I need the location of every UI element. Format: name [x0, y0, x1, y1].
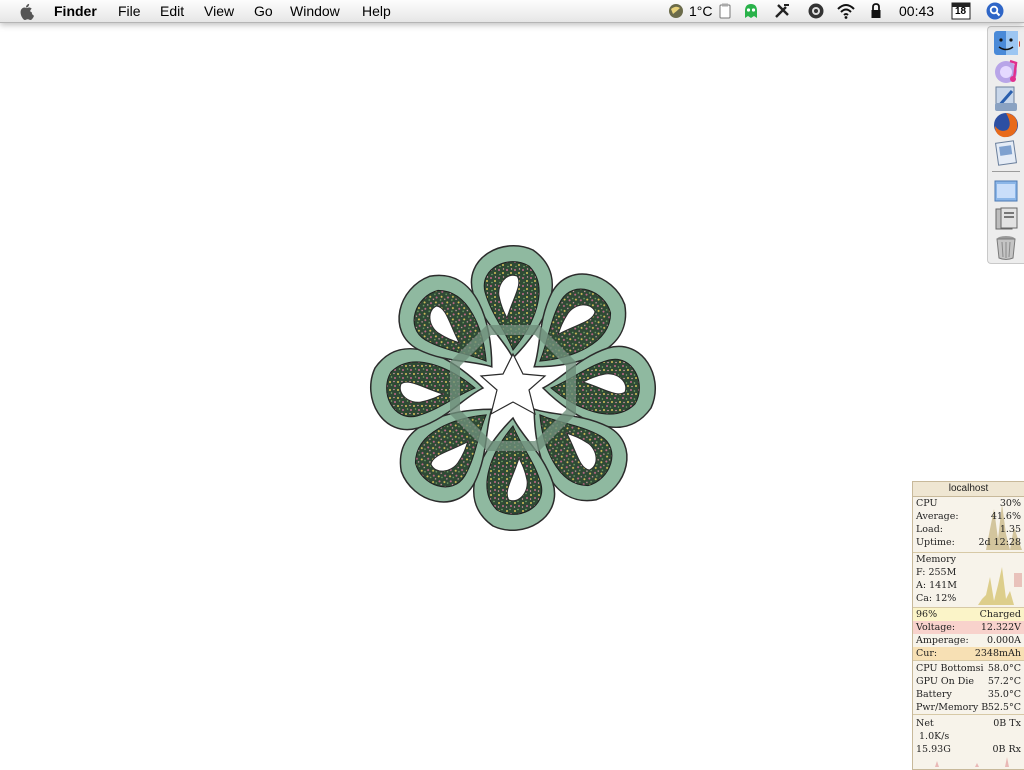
spotlight-search-icon[interactable]	[984, 2, 1006, 20]
mail-icon[interactable]	[992, 85, 1020, 113]
battery-status: Charged	[979, 609, 1021, 620]
temp-label: Battery	[916, 689, 952, 700]
load-row: Load: 1.35	[913, 523, 1024, 536]
memory-section: Memory F: 255M A: 141M Ca: 12%	[913, 553, 1024, 608]
battery-row: 96% Charged	[913, 608, 1024, 621]
menu-window[interactable]: Window	[290, 3, 340, 19]
average-row: Average: 41.6%	[913, 510, 1024, 523]
weather-temperature[interactable]: 1°C	[689, 3, 713, 19]
current-label: Cur:	[916, 648, 938, 659]
temp-row: Pwr/Memory B 52.5°C	[913, 701, 1024, 714]
memory-free: F: 255M	[916, 567, 957, 578]
voltage-label: Voltage:	[916, 622, 956, 633]
amperage-label: Amperage:	[916, 635, 969, 646]
menu-go[interactable]: Go	[254, 3, 273, 19]
temp-row: Battery 35.0°C	[913, 688, 1024, 701]
itunes-icon[interactable]	[992, 57, 1020, 85]
voltage-row: Voltage: 12.322V	[913, 621, 1024, 634]
temp-row: GPU On Die 57.2°C	[913, 675, 1024, 688]
menu-extra-circle-icon[interactable]	[807, 2, 825, 20]
tools-icon[interactable]	[773, 2, 791, 20]
net-total: 15.93G	[916, 744, 951, 755]
documents-icon[interactable]	[992, 205, 1020, 233]
finder-icon[interactable]	[992, 29, 1020, 57]
uptime-value: 2d 12:28	[978, 537, 1021, 548]
net-row: Net 0B Tx	[913, 717, 1024, 730]
menu-file[interactable]: File	[118, 3, 141, 19]
cpu-label: CPU	[916, 498, 938, 509]
app-menu-finder[interactable]: Finder	[54, 3, 97, 19]
battery-section: 96% Charged Voltage: 12.322V Amperage: 0…	[913, 608, 1024, 661]
cpu-value: 30%	[999, 498, 1021, 509]
preview-icon[interactable]	[992, 139, 1020, 167]
uptime-row: Uptime: 2d 12:28	[913, 536, 1024, 549]
monitor-title: localhost	[913, 482, 1024, 497]
desktop-knot-artwork	[369, 244, 657, 532]
green-alien-icon[interactable]	[742, 2, 760, 20]
temp-value: 35.0°C	[987, 689, 1021, 700]
memory-label: Memory	[916, 554, 956, 565]
menu-edit[interactable]: Edit	[160, 3, 184, 19]
memory-active: A: 141M	[916, 580, 957, 591]
calendar-icon[interactable]: 18	[951, 2, 971, 20]
apple-logo-icon[interactable]	[18, 2, 36, 20]
temp-row: CPU Bottomsi 58.0°C	[913, 662, 1024, 675]
current-row: Cur: 2348mAh	[913, 647, 1024, 660]
current-value: 2348mAh	[974, 648, 1021, 659]
dock-separator	[992, 171, 1020, 172]
net-tx: 0B Tx	[993, 718, 1021, 729]
load-value: 1.35	[999, 524, 1021, 535]
temp-value: 57.2°C	[987, 676, 1021, 687]
temp-value: 58.0°C	[987, 663, 1021, 674]
menu-bar: Finder File Edit View Go Window Help 1°C…	[0, 0, 1024, 23]
wifi-icon[interactable]	[836, 2, 856, 20]
temp-label: Pwr/Memory B	[916, 702, 989, 713]
clipboard-icon[interactable]	[718, 2, 732, 20]
menu-clock[interactable]: 00:43	[899, 3, 934, 19]
temp-label: CPU Bottomsi	[916, 663, 984, 674]
battery-percent: 96%	[916, 609, 938, 620]
amperage-value: 0.000A	[986, 635, 1021, 646]
net-rate: 1.0K/s	[919, 731, 950, 742]
desktop-folder-icon[interactable]	[992, 177, 1020, 205]
menu-view[interactable]: View	[204, 3, 234, 19]
weather-globe-icon[interactable]	[668, 2, 684, 20]
amperage-row: Amperage: 0.000A	[913, 634, 1024, 647]
memory-cache-row: Ca: 12%	[913, 592, 1024, 605]
temp-value: 52.5°C	[987, 702, 1021, 713]
temp-label: GPU On Die	[916, 676, 975, 687]
memory-active-row: A: 141M	[913, 579, 1024, 592]
load-label: Load:	[916, 524, 943, 535]
calendar-day: 18	[955, 6, 967, 17]
network-section: Net 0B Tx 1.0K/s 15.93G 0B Rx	[913, 715, 1024, 769]
firefox-icon[interactable]	[992, 111, 1020, 139]
average-value: 41.6%	[990, 511, 1021, 522]
net-total-row: 15.93G 0B Rx	[913, 743, 1024, 756]
net-rx: 0B Rx	[992, 744, 1021, 755]
voltage-value: 12.322V	[980, 622, 1021, 633]
memory-cache: Ca: 12%	[916, 593, 957, 604]
temperature-section: CPU Bottomsi 58.0°C GPU On Die 57.2°C Ba…	[913, 661, 1024, 715]
trash-icon[interactable]	[992, 233, 1020, 261]
memory-label-row: Memory	[913, 553, 1024, 566]
net-label: Net	[916, 718, 934, 729]
menu-help[interactable]: Help	[362, 3, 391, 19]
cpu-section: CPU 30% Average: 41.6% Load: 1.35 Uptime…	[913, 497, 1024, 553]
average-label: Average:	[916, 511, 959, 522]
lock-icon[interactable]	[870, 2, 882, 20]
cpu-row: CPU 30%	[913, 497, 1024, 510]
net-rate-row: 1.0K/s	[913, 730, 1024, 743]
memory-free-row: F: 255M	[913, 566, 1024, 579]
dock	[987, 26, 1024, 264]
uptime-label: Uptime:	[916, 537, 955, 548]
system-monitor-widget[interactable]: localhost CPU 30% Average: 41.6% Load: 1…	[912, 481, 1024, 770]
